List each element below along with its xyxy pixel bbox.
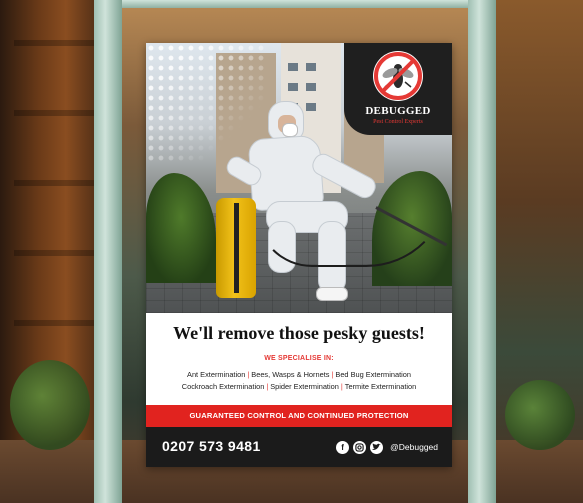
- service-item: Bed Bug Extermination: [335, 370, 411, 379]
- brand-name: DEBUGGED: [365, 105, 431, 117]
- service-item: Termite Extermination: [344, 382, 417, 391]
- window-frame-left: [94, 0, 122, 503]
- plant-left: [10, 360, 90, 450]
- specialise-heading: WE SPECIALISE IN:: [264, 355, 334, 362]
- social-links: f @Debugged: [336, 439, 438, 455]
- hedge-left: [146, 173, 216, 283]
- brand-logo: DEBUGGED Pest Control Experts: [344, 43, 452, 135]
- facebook-icon: f: [336, 440, 350, 454]
- pest-control-poster: DEBUGGED Pest Control Experts We'll remo…: [146, 43, 452, 467]
- instagram-icon: [353, 440, 367, 454]
- service-item: Bees, Wasps & Hornets: [251, 370, 330, 379]
- brand-tagline: Pest Control Experts: [373, 119, 423, 125]
- phone-number: 0207 573 9481: [162, 438, 261, 454]
- window-frame-right: [468, 0, 496, 503]
- no-insect-icon: [373, 51, 423, 101]
- services-list: Ant Extermination | Bees, Wasps & Hornets |…: [146, 369, 452, 393]
- twitter-icon: [370, 440, 384, 454]
- sprayer-strap: [234, 203, 239, 293]
- window-frame-top: [94, 0, 496, 8]
- poster-footer: 0207 573 9481 f @Debugged: [146, 427, 452, 467]
- guarantee-banner: GUARANTEED CONTROL AND CONTINUED PROTECT…: [146, 405, 452, 427]
- social-handle: @Debugged: [390, 442, 438, 452]
- services-line-1: Ant Extermination | Bees, Wasps & Hornets |…: [187, 370, 411, 379]
- services-line-2: Cockroach Extermination | Spider Extermina…: [181, 382, 417, 391]
- plant-right: [505, 380, 575, 450]
- poster-headline: We'll remove those pesky guests!: [173, 323, 425, 343]
- service-item: Spider Extermination: [270, 382, 339, 391]
- service-item: Ant Extermination: [187, 370, 246, 379]
- service-item: Cockroach Extermination: [181, 382, 265, 391]
